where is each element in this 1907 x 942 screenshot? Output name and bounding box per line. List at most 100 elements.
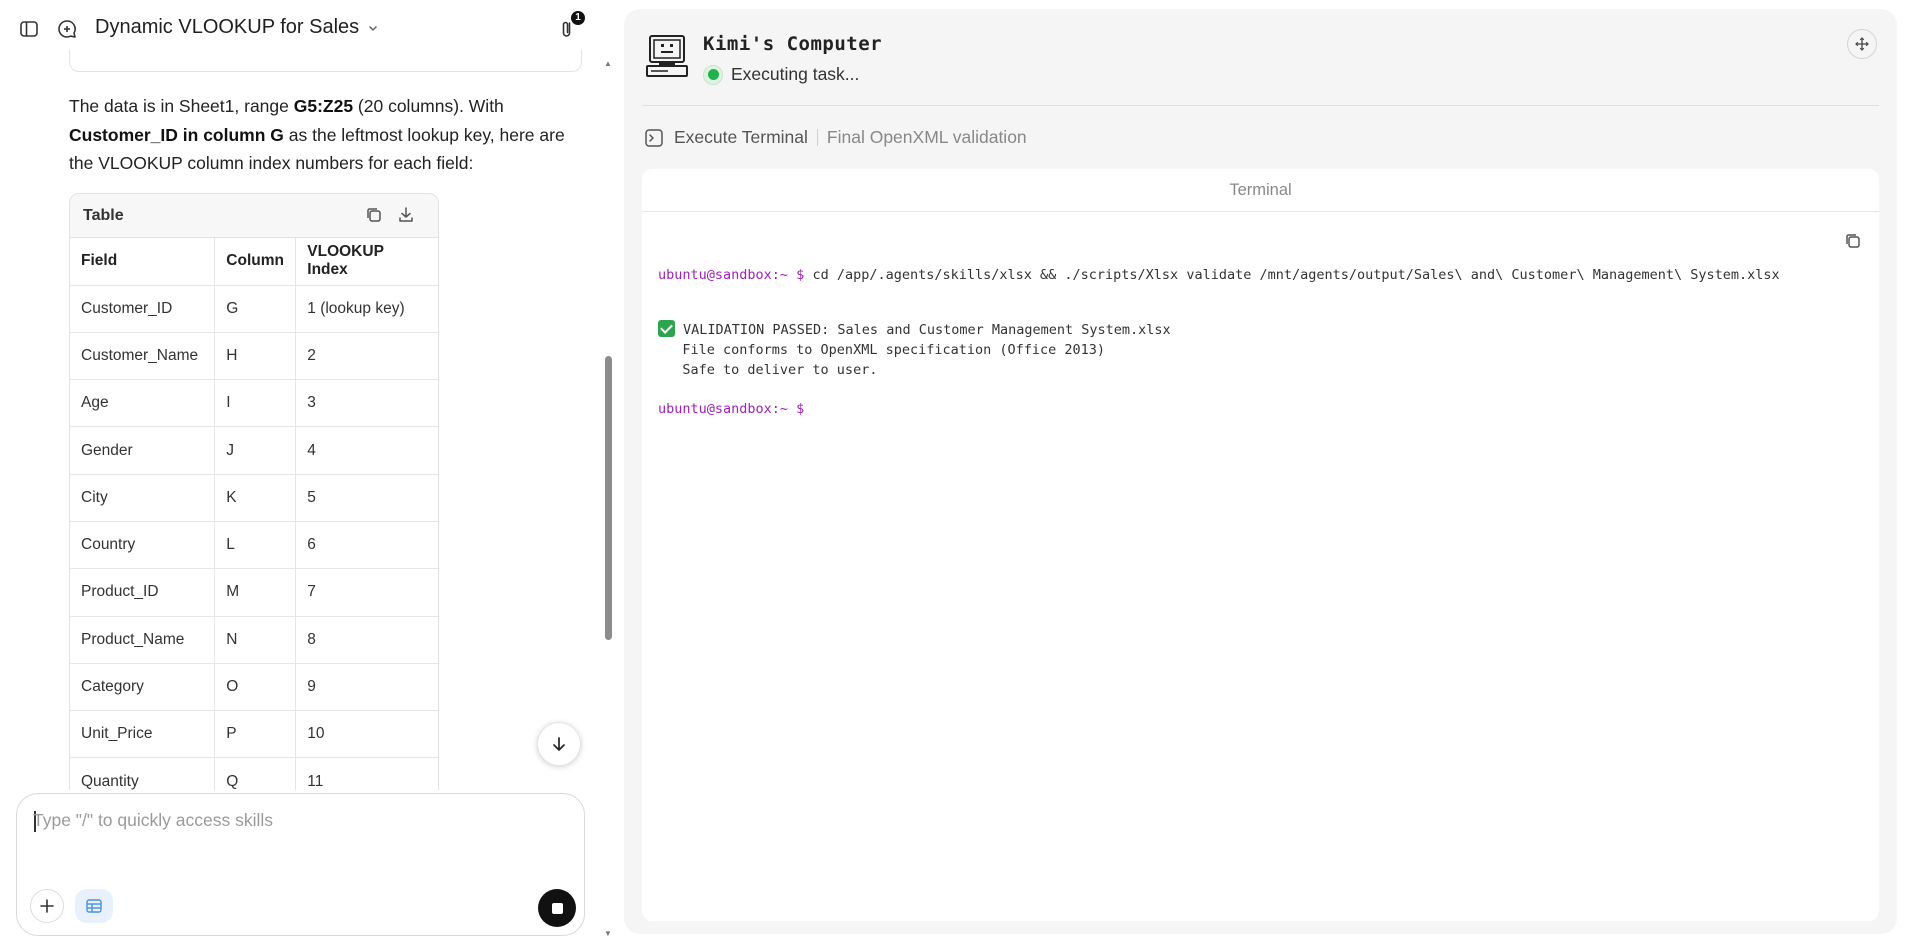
assistant-message-text: The data is in Sheet1, range G5:Z25 (20 … xyxy=(69,92,579,178)
status-indicator-icon xyxy=(703,64,723,85)
table-cell: 2 xyxy=(295,332,438,381)
copy-icon[interactable] xyxy=(364,205,386,227)
table-row: Age I 3 xyxy=(70,379,438,428)
table-row: Gender J 4 xyxy=(70,426,438,475)
table-row: Product_Name N 8 xyxy=(70,616,438,664)
table-icon xyxy=(86,899,102,913)
table-card-label: Table xyxy=(83,206,124,224)
table-cell: Q xyxy=(214,757,297,790)
expand-button[interactable] xyxy=(1847,29,1877,59)
column-header: Field xyxy=(70,238,216,286)
column-header: VLOOKUP Index xyxy=(295,238,438,286)
column-header: Column xyxy=(214,238,297,286)
table-cell: Age xyxy=(70,379,216,428)
table-cell: 5 xyxy=(295,474,438,522)
table-row: Customer_Name H 2 xyxy=(70,332,438,381)
sidebar-toggle-icon[interactable] xyxy=(17,17,41,41)
table-cell: O xyxy=(214,663,297,712)
terminal-output-line: File conforms to OpenXML specification (… xyxy=(658,342,1106,358)
computer-icon xyxy=(644,33,690,79)
table-cell: Quantity xyxy=(70,757,216,790)
table-cell: N xyxy=(214,616,297,664)
computer-title: Kimi's Computer xyxy=(703,33,883,55)
task-status: Executing task... xyxy=(703,64,859,85)
terminal-header: Terminal xyxy=(642,169,1879,212)
terminal-result: VALIDATION PASSED: Sales and Customer Ma… xyxy=(683,322,1171,338)
chat-title-dropdown[interactable]: Dynamic VLOOKUP for Sales xyxy=(95,16,379,39)
table-row: Product_ID M 7 xyxy=(70,568,438,617)
scroll-down-arrow-icon[interactable]: ▼ xyxy=(604,929,612,938)
table-cell: Unit_Price xyxy=(70,710,216,759)
table-cell: City xyxy=(70,474,216,522)
table-cell: Product_Name xyxy=(70,616,216,664)
table-card-header: Table xyxy=(70,194,438,238)
arrow-down-icon xyxy=(553,737,565,751)
table-cell: G xyxy=(214,285,297,333)
terminal-command-line: ubuntu@sandbox:~ $ cd /app/.agents/skill… xyxy=(658,267,1780,283)
status-text: Executing task... xyxy=(731,64,860,84)
table-cell: 1 (lookup key) xyxy=(295,285,438,333)
table-cell: 8 xyxy=(295,616,438,664)
chat-messages[interactable]: The data is in Sheet1, range G5:Z25 (20 … xyxy=(0,50,600,790)
plus-icon xyxy=(40,899,54,913)
tool-description: Final OpenXML validation xyxy=(826,127,1027,147)
message-input[interactable] xyxy=(33,810,553,831)
terminal-prompt: ubuntu@sandbox:~ $ xyxy=(658,401,805,417)
table-cell: 7 xyxy=(295,568,438,617)
divider xyxy=(642,105,1879,106)
stop-icon xyxy=(551,902,563,914)
table-cell: Country xyxy=(70,521,216,570)
add-button[interactable] xyxy=(30,889,64,923)
chevron-down-icon xyxy=(369,25,378,31)
expand-icon xyxy=(1855,37,1869,51)
copy-icon[interactable] xyxy=(1843,231,1863,251)
terminal-output-line: Safe to deliver to user. xyxy=(658,362,878,378)
scroll-to-bottom-button[interactable] xyxy=(537,722,581,766)
table-row: Category O 9 xyxy=(70,663,438,712)
table-row: Unit_Price P 10 xyxy=(70,710,438,759)
stop-button[interactable] xyxy=(538,889,576,927)
table-cell: K xyxy=(214,474,297,522)
vlookup-table: Field Column VLOOKUP Index Customer_ID G 1… xyxy=(70,238,438,790)
table-cell: 4 xyxy=(295,426,438,475)
tool-call-row: Execute Terminal Final OpenXML validatio… xyxy=(644,127,1027,148)
table-cell: M xyxy=(214,568,297,617)
terminal-prompt: ubuntu@sandbox:~ $ xyxy=(658,267,805,283)
chat-title: Dynamic VLOOKUP for Sales xyxy=(95,16,360,38)
table-cell: J xyxy=(214,426,297,475)
new-chat-icon[interactable] xyxy=(55,17,79,41)
table-cell: I xyxy=(214,379,297,428)
scroll-up-arrow-icon[interactable]: ▲ xyxy=(604,59,612,68)
table-cell: H xyxy=(214,332,297,381)
message-composer xyxy=(16,793,585,936)
message-text: (20 columns). With xyxy=(353,96,504,116)
table-cell: 6 xyxy=(295,521,438,570)
table-cell: 11 xyxy=(295,757,438,790)
message-text: The data is in Sheet1, range xyxy=(69,96,294,116)
table-cell: Category xyxy=(70,663,216,712)
terminal-prompt-line: ubuntu@sandbox:~ $ xyxy=(658,401,804,417)
terminal-icon xyxy=(645,128,663,147)
download-icon[interactable] xyxy=(396,205,418,227)
table-cell: 9 xyxy=(295,663,438,712)
message-key: Customer_ID in column G xyxy=(69,124,284,145)
chat-scrollbar[interactable] xyxy=(605,356,612,640)
terminal-command: cd /app/.agents/skills/xlsx && ./scripts… xyxy=(804,267,1780,283)
table-cell: 3 xyxy=(295,379,438,428)
tool-name: Execute Terminal xyxy=(674,127,808,147)
table-cell: P xyxy=(214,710,297,759)
table-cell: L xyxy=(214,521,297,570)
table-row: Quantity Q 11 xyxy=(70,757,438,790)
table-cell: 10 xyxy=(295,710,438,759)
spreadsheet-skill-button[interactable] xyxy=(75,889,113,923)
previous-card xyxy=(69,50,582,72)
table-row: City K 5 xyxy=(70,474,438,522)
table-cell: Customer_ID xyxy=(70,285,216,333)
table-cell: Customer_Name xyxy=(70,332,216,381)
table-header-row: Field Column VLOOKUP Index xyxy=(70,238,438,286)
table-cell: Product_ID xyxy=(70,568,216,617)
message-range: G5:Z25 xyxy=(293,96,354,116)
computer-panel: Kimi's Computer Executing task... Execut… xyxy=(624,9,1897,934)
table-cell: Gender xyxy=(70,426,216,475)
vlookup-table-card: Table Field Column VLOOKUP Index Custome… xyxy=(69,193,439,790)
